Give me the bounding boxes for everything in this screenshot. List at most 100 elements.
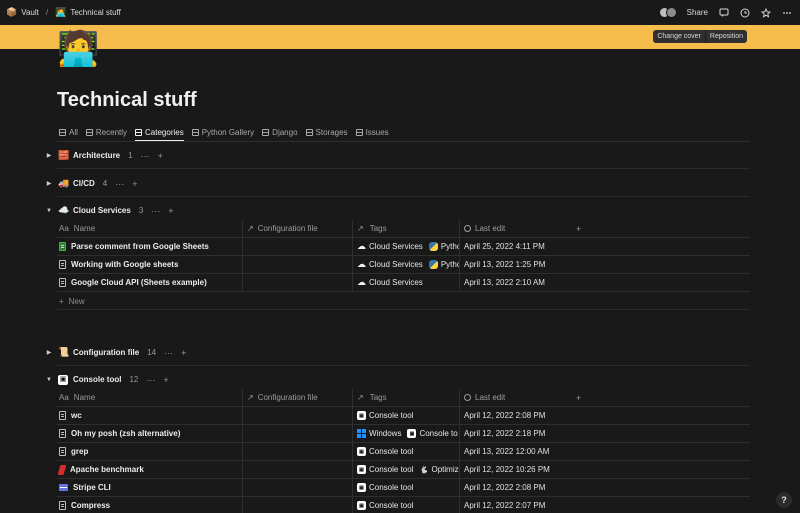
tag-label: Windows [369,429,402,438]
document-icon [59,278,66,287]
help-button[interactable]: ? [776,492,792,508]
table-row[interactable]: Stripe CLI ▣ Console tool April 12, 2022 … [57,478,750,497]
row-title[interactable]: Google Cloud API (Sheets example) [71,278,207,287]
header-label: Tags [369,393,387,402]
change-cover-button[interactable]: Change cover [653,30,706,43]
page-emoji-icon[interactable]: 🧑‍💻 [57,28,99,70]
group-more-button[interactable]: ··· [141,151,150,161]
row-title[interactable]: Compress [71,501,110,510]
group-add-button[interactable]: + [168,206,173,216]
expand-caret-icon[interactable]: ▶ [45,152,53,159]
group-console-tool[interactable]: ▼ ▣ Console tool 12 ··· + [45,371,169,388]
tags-cell[interactable]: ▣ Console tool [352,496,459,513]
group-cicd[interactable]: ▶ 🚚 CI/CD 4 ··· + [45,175,138,192]
new-row-button[interactable]: + New [57,292,750,310]
table-row[interactable]: grep ▣ Console tool April 13, 2022 12:00 … [57,442,750,461]
last-edit-column-header[interactable]: Last edit [459,388,566,407]
tags-cell[interactable]: ▣ Console tool [352,442,459,461]
last-edit-cell: April 12, 2022 2:07 PM [459,496,566,513]
comment-icon[interactable] [718,7,729,18]
tab-python-gallery[interactable]: Python Gallery [191,124,254,141]
history-clock-icon[interactable] [739,7,750,18]
tags-cell[interactable]: ☁ Cloud Services [352,273,459,292]
tab-issues[interactable]: Issues [355,124,389,141]
tags-column-header[interactable]: ↗ Tags [352,388,459,407]
config-cell[interactable] [242,237,352,256]
row-title[interactable]: Working with Google sheets [71,260,178,269]
tags-cell[interactable]: ▣ Console tool 🐇 Optimiz [352,460,459,479]
header-label: Name [73,393,96,402]
star-icon[interactable] [760,7,771,18]
page-title[interactable]: Technical stuff [57,89,197,112]
page-breadcrumb-icon: 🧑‍💻 [55,7,67,17]
table-row[interactable]: Google Cloud API (Sheets example) ☁ Cloud… [57,273,750,292]
tags-column-header[interactable]: ↗ Tags [352,219,459,238]
tags-cell[interactable]: ▣ Console tool [352,406,459,425]
config-cell[interactable] [242,460,352,479]
config-column-header[interactable]: ↗ Configuration file [242,388,352,407]
tags-cell[interactable]: ▣ Console tool [352,478,459,497]
group-more-button[interactable]: ··· [164,348,173,358]
tag-label: Pytho [440,242,459,251]
table-row[interactable]: Apache benchmark ▣ Console tool 🐇 Optimiz … [57,460,750,479]
share-button[interactable]: Share [687,8,708,17]
table-row[interactable]: wc ▣ Console tool April 12, 2022 2:08 PM [57,406,750,425]
config-cell[interactable] [242,424,352,443]
group-add-button[interactable]: + [181,348,186,358]
row-title[interactable]: Apache benchmark [70,465,144,474]
add-property-button[interactable]: + [566,389,750,407]
terminal-icon: ▣ [58,374,68,385]
group-more-button[interactable]: ··· [151,206,160,216]
tab-django[interactable]: Django [262,124,298,141]
table-row[interactable]: Working with Google sheets ☁ Cloud Servic… [57,255,750,274]
group-configuration-file[interactable]: ▶ 📜 Configuration file 14 ··· + [45,344,187,361]
row-title[interactable]: Stripe CLI [73,483,111,492]
group-add-button[interactable]: + [132,179,137,189]
config-cell[interactable] [242,478,352,497]
config-cell[interactable] [242,406,352,425]
group-cloud-services[interactable]: ▼ ☁️ Cloud Services 3 ··· + [45,202,174,219]
collaborator-avatars[interactable] [658,7,677,18]
group-more-button[interactable]: ··· [146,375,155,385]
breadcrumb-page[interactable]: Technical stuff [70,8,121,17]
row-title[interactable]: grep [71,447,88,456]
group-add-button[interactable]: + [158,151,163,161]
config-cell[interactable] [242,496,352,513]
table-row[interactable]: Oh my posh (zsh alternative) Windows ▣ Co… [57,424,750,443]
name-column-header[interactable]: Aa Name [57,224,242,233]
tag-label: Console to [419,429,458,438]
tags-cell[interactable]: ☁Cloud Services Pytho [352,237,459,256]
tab-categories[interactable]: Categories [135,124,184,141]
config-cell[interactable] [242,273,352,292]
name-column-header[interactable]: Aa Name [57,393,242,402]
group-name: Console tool [73,375,122,384]
tags-cell[interactable]: Windows ▣ Console to [352,424,459,443]
table-row[interactable]: Compress ▣ Console tool April 12, 2022 2:… [57,496,750,513]
row-title[interactable]: Parse comment from Google Sheets [71,242,209,251]
row-title[interactable]: wc [71,411,82,420]
tab-all[interactable]: All [59,124,78,141]
collapse-caret-icon[interactable]: ▼ [45,377,53,383]
last-edit-column-header[interactable]: Last edit [459,219,566,238]
tab-recently[interactable]: Recently [85,124,127,141]
config-column-header[interactable]: ↗ Configuration file [242,219,352,238]
add-property-button[interactable]: + [566,220,750,238]
breadcrumb-vault[interactable]: Vault [21,8,39,17]
collapse-caret-icon[interactable]: ▼ [45,208,53,214]
tags-cell[interactable]: ☁Cloud Services Pytho [352,255,459,274]
row-title[interactable]: Oh my posh (zsh alternative) [71,429,180,438]
config-cell[interactable] [242,442,352,461]
tab-storages[interactable]: Storages [305,124,348,141]
more-options-icon[interactable] [781,7,792,18]
table-bottom-divider [57,309,750,310]
last-edit-cell: April 25, 2022 4:11 PM [459,237,566,256]
avatar[interactable] [665,7,677,18]
expand-caret-icon[interactable]: ▶ [45,349,53,356]
reposition-button[interactable]: Reposition [706,30,747,43]
group-add-button[interactable]: + [163,375,168,385]
config-cell[interactable] [242,255,352,274]
expand-caret-icon[interactable]: ▶ [45,180,53,187]
group-more-button[interactable]: ··· [115,179,124,189]
table-row[interactable]: Parse comment from Google Sheets ☁ Cloud … [57,237,750,256]
group-architecture[interactable]: ▶ 🧱 Architecture 1 ··· + [45,147,163,164]
